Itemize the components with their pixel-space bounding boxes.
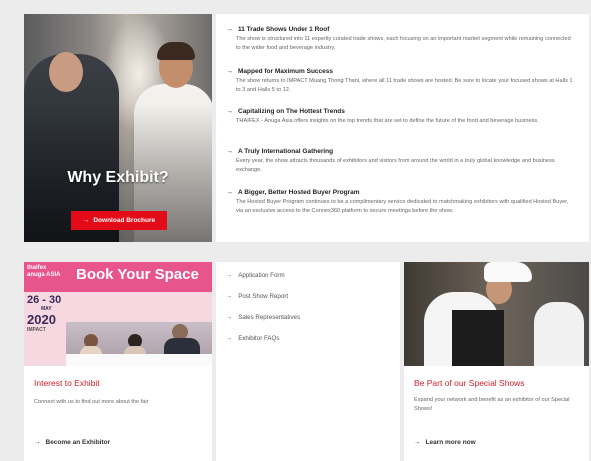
arrow-right-icon: →: [226, 335, 233, 342]
features-panel: → 11 Trade Shows Under 1 Roof The show is…: [216, 14, 589, 242]
feature-desc: Every year, the show attracts thousands …: [236, 158, 555, 173]
arrow-right-icon: →: [82, 217, 90, 224]
download-brochure-button[interactable]: → Download Brochure: [71, 211, 167, 230]
post-show-report-link[interactable]: → Post Show Report: [226, 293, 288, 300]
arrow-right-icon: →: [414, 439, 421, 446]
arrow-right-icon: →: [226, 272, 233, 279]
dates-year: 2020: [27, 312, 56, 327]
book-your-space-image: Book Your Space thaifex anuga ASIA 26 - …: [24, 262, 212, 366]
card-title: Be Part of our Special Shows: [414, 378, 525, 388]
feature-item: → 11 Trade Shows Under 1 Roof The show is…: [226, 26, 576, 53]
card-desc: Connect with us to find out more about t…: [34, 399, 149, 405]
arrow-right-icon: →: [226, 189, 233, 196]
feature-desc: The show returns to IMPACT Muang Thong T…: [236, 78, 573, 93]
event-dates: 26 - 30 MAY 2020 IMPACT: [27, 294, 61, 333]
feature-title: Mapped for Maximum Success: [238, 68, 333, 75]
learn-more-link[interactable]: → Learn more now: [414, 439, 476, 446]
arrow-right-icon: →: [34, 439, 41, 446]
exhibitor-links-card: → Application Form → Post Show Report → …: [216, 262, 400, 461]
book-your-space-text: Book Your Space: [76, 266, 199, 283]
card-title: Interest to Exhibit: [34, 378, 100, 388]
feature-item: → Capitalizing on The Hottest Trends THAI…: [226, 108, 576, 126]
feature-item: → A Bigger, Better Hosted Buyer Program T…: [226, 189, 576, 216]
interest-to-exhibit-card: Book Your Space thaifex anuga ASIA 26 - …: [24, 262, 212, 461]
arrow-right-icon: →: [226, 68, 233, 75]
sales-representatives-link[interactable]: → Sales Representatives: [226, 314, 300, 321]
venue-text: IMPACT: [27, 327, 46, 333]
chef-apron: [452, 310, 504, 366]
feature-title: A Bigger, Better Hosted Buyer Program: [238, 189, 360, 196]
hero-shade: [24, 14, 212, 242]
link-label: Learn more now: [425, 439, 476, 446]
link-label: Exhibitor FAQs: [238, 335, 280, 342]
feature-desc: THAIFEX - Anuga Asia offers insights on …: [236, 118, 539, 124]
feature-title: Capitalizing on The Hottest Trends: [238, 108, 345, 115]
download-brochure-label: Download Brochure: [93, 217, 156, 224]
arrow-right-icon: →: [226, 148, 233, 155]
reception-desk: [66, 354, 212, 366]
card-desc: Expand your network and benefit as an ex…: [414, 397, 570, 412]
chef-hat: [484, 262, 532, 282]
hero-title: Why Exhibit?: [67, 169, 169, 186]
link-label: Sales Representatives: [238, 314, 301, 321]
arrow-right-icon: →: [226, 314, 233, 321]
application-form-link[interactable]: → Application Form: [226, 272, 285, 279]
special-shows-card: Be Part of our Special Shows Expand your…: [404, 262, 589, 461]
background-chef: [534, 302, 584, 366]
dates-days: 26 - 30: [27, 294, 62, 306]
why-exhibit-hero: Why Exhibit? → Download Brochure: [24, 14, 212, 242]
feature-item: → A Truly International Gathering Every y…: [226, 148, 576, 175]
link-label: Become an Exhibitor: [45, 439, 111, 446]
link-label: Application Form: [238, 272, 285, 279]
exhibitor-faqs-link[interactable]: → Exhibitor FAQs: [226, 335, 279, 342]
link-label: Post Show Report: [238, 293, 289, 300]
chef-image: [404, 262, 589, 366]
feature-item: → Mapped for Maximum Success The show ret…: [226, 68, 576, 95]
feature-desc: The show is structured into 11 expertly …: [236, 36, 571, 51]
feature-desc: The Hosted Buyer Program continues to be…: [236, 199, 569, 214]
thaifex-logo: thaifex anuga ASIA: [24, 262, 64, 292]
feature-title: A Truly International Gathering: [238, 148, 334, 155]
become-exhibitor-link[interactable]: → Become an Exhibitor: [34, 439, 110, 446]
arrow-right-icon: →: [226, 108, 233, 115]
arrow-right-icon: →: [226, 26, 233, 33]
feature-title: 11 Trade Shows Under 1 Roof: [238, 26, 330, 33]
arrow-right-icon: →: [226, 293, 233, 300]
